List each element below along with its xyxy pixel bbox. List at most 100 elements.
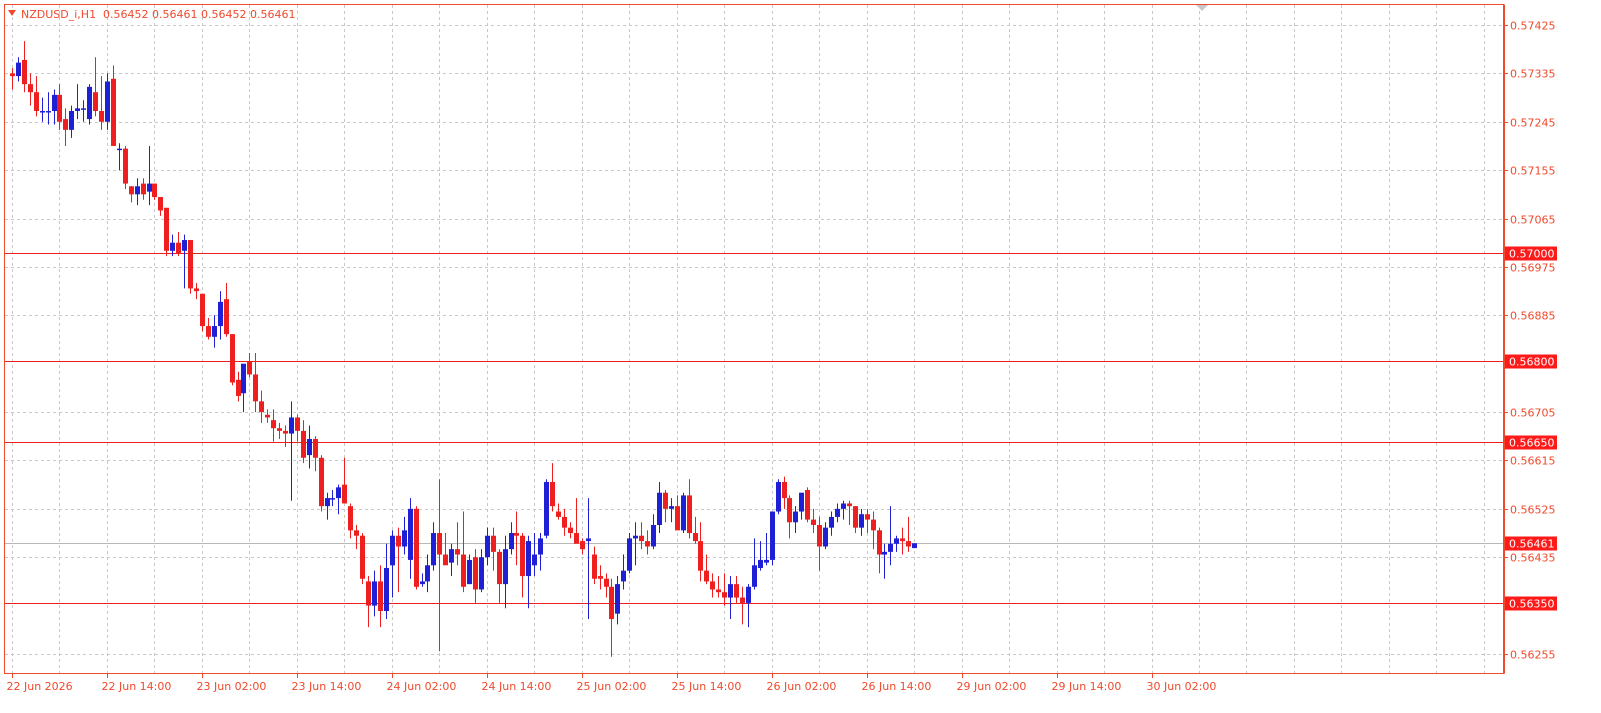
candle-body: [342, 484, 347, 504]
candle-body: [479, 557, 484, 590]
candle: [888, 506, 893, 566]
candle-body: [526, 541, 531, 577]
candle-body: [402, 530, 407, 547]
candle-body: [212, 326, 217, 337]
y-tick-label: 0.56255: [1510, 649, 1556, 662]
candle-body: [609, 586, 614, 620]
candle-body: [354, 530, 359, 536]
candle: [200, 293, 205, 332]
candle-body: [176, 242, 181, 254]
candle-body: [390, 535, 395, 566]
candle: [449, 543, 454, 577]
candle: [740, 586, 745, 625]
candle-body: [882, 551, 887, 555]
candle-body: [437, 533, 442, 555]
x-tick-label: 26 Jun 14:00: [862, 680, 932, 693]
candle-body: [473, 557, 478, 590]
candle-body: [455, 549, 460, 555]
candle-body: [372, 581, 377, 606]
candle-body: [224, 299, 229, 335]
candle: [544, 479, 549, 539]
level-price-label: 0.56350: [1509, 598, 1555, 611]
candle: [330, 490, 335, 507]
y-tick-label: 0.57425: [1510, 20, 1556, 33]
y-tick-label: 0.56615: [1510, 455, 1556, 468]
candle: [129, 186, 134, 203]
candle-body: [865, 514, 870, 520]
candle: [283, 425, 288, 448]
candle-body: [853, 506, 858, 528]
candle-body: [847, 503, 852, 507]
x-tick-label: 29 Jun 02:00: [957, 680, 1027, 693]
candle-body: [253, 374, 258, 402]
level-price-label: 0.56650: [1509, 437, 1555, 450]
candle: [313, 436, 318, 472]
chart-header: NZDUSD_i,H1 0.56452 0.56461 0.56452 0.56…: [8, 5, 1208, 21]
candle-body: [307, 438, 312, 456]
candle: [776, 479, 781, 515]
candle-body: [28, 84, 33, 93]
candle: [770, 511, 775, 566]
candle: [99, 76, 104, 130]
candle-body: [556, 511, 561, 517]
candle: [16, 57, 21, 82]
candle-body: [503, 549, 508, 585]
candle: [598, 565, 603, 590]
candle: [301, 420, 306, 464]
candle: [135, 178, 140, 206]
candlestick-chart[interactable]: 0.57425 0.57335 0.57245 0.57155 0.57065 0.569…: [0, 0, 1601, 713]
candle-body: [568, 527, 573, 534]
triangle-down-icon[interactable]: [8, 10, 16, 16]
candle-body: [829, 516, 834, 528]
candle: [520, 533, 525, 598]
candle: [698, 522, 703, 582]
level-price-label: 0.57000: [1509, 248, 1555, 261]
candle: [894, 535, 899, 552]
candle-body: [550, 481, 555, 507]
candle-body: [799, 492, 804, 512]
candle: [485, 527, 490, 566]
candle-body: [200, 293, 205, 327]
candle-body: [805, 490, 810, 520]
candle: [396, 527, 401, 593]
candle-body: [289, 417, 294, 434]
candle-body: [277, 428, 282, 431]
candle-body: [592, 554, 597, 579]
candle: [627, 533, 632, 574]
candle: [793, 506, 798, 534]
candle: [241, 363, 246, 413]
candle-body: [164, 207, 169, 251]
candle-body: [770, 511, 775, 560]
candle: [865, 508, 870, 534]
candle-body: [900, 538, 905, 542]
candle: [182, 234, 187, 289]
candle: [704, 554, 709, 585]
candle-body: [87, 86, 92, 120]
candle-body: [776, 481, 781, 512]
candle: [728, 576, 733, 620]
candle-body: [681, 495, 686, 531]
chart-shift-marker-icon[interactable]: [1196, 5, 1208, 11]
candle: [882, 543, 887, 579]
x-tick-label: 25 Jun 02:00: [577, 680, 647, 693]
candle: [437, 479, 442, 652]
candle: [87, 84, 92, 125]
candle-body: [99, 111, 104, 122]
candle-body: [408, 508, 413, 560]
candle: [147, 145, 152, 206]
candle: [34, 76, 39, 117]
candle: [734, 576, 739, 603]
candle-body: [877, 530, 882, 555]
candle-body: [758, 559, 763, 568]
x-tick-label: 23 Jun 14:00: [292, 680, 362, 693]
candle: [319, 455, 324, 512]
candle-body: [532, 554, 537, 566]
candle: [390, 530, 395, 598]
candle-body: [147, 183, 152, 192]
candle-body: [580, 541, 585, 550]
candle-body: [52, 94, 57, 112]
candle-body: [687, 495, 692, 534]
candle: [580, 538, 585, 555]
candle: [663, 490, 668, 523]
candle: [752, 538, 757, 590]
